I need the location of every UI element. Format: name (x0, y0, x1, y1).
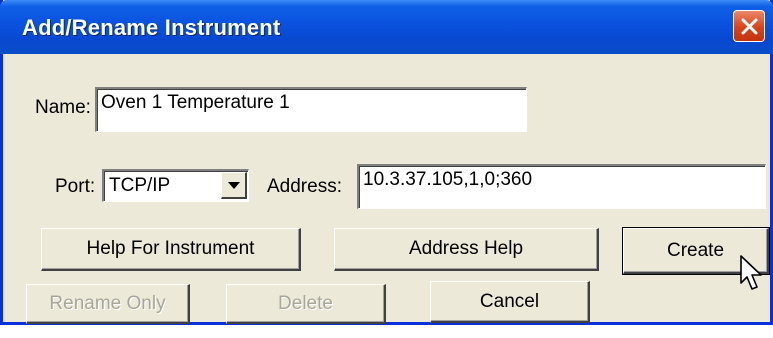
rename-only-label: Rename Only (49, 293, 166, 314)
mouse-pointer-icon (740, 255, 762, 290)
chevron-down-icon (228, 182, 240, 189)
address-help-button[interactable]: Address Help (334, 228, 599, 271)
help-for-instrument-label: Help For Instrument (86, 238, 255, 259)
dialog-window: Add/Rename Instrument Name: Oven 1 Tempe… (0, 0, 773, 325)
port-dropdown-button[interactable] (221, 172, 247, 199)
window-title: Add/Rename Instrument (22, 15, 281, 40)
port-selected-value: TCP/IP (109, 175, 171, 196)
rename-only-button[interactable]: Rename Only (26, 284, 190, 324)
close-button[interactable] (733, 10, 765, 42)
address-help-label: Address Help (408, 238, 524, 259)
port-select[interactable]: TCP/IP (102, 169, 249, 202)
help-for-instrument-button[interactable]: Help For Instrument (41, 228, 301, 271)
port-label: Port: (55, 176, 96, 197)
close-icon (741, 18, 758, 35)
delete-label: Delete (278, 293, 333, 314)
name-label: Name: (35, 97, 91, 118)
address-label: Address: (267, 176, 342, 197)
cancel-button[interactable]: Cancel (430, 281, 590, 323)
title-bar[interactable]: Add/Rename Instrument (0, 0, 773, 54)
cancel-label: Cancel (479, 291, 540, 312)
name-field[interactable]: Oven 1 Temperature 1 (95, 87, 527, 132)
delete-button[interactable]: Delete (226, 284, 386, 324)
address-field[interactable]: 10.3.37.105,1,0;360 (357, 164, 766, 209)
